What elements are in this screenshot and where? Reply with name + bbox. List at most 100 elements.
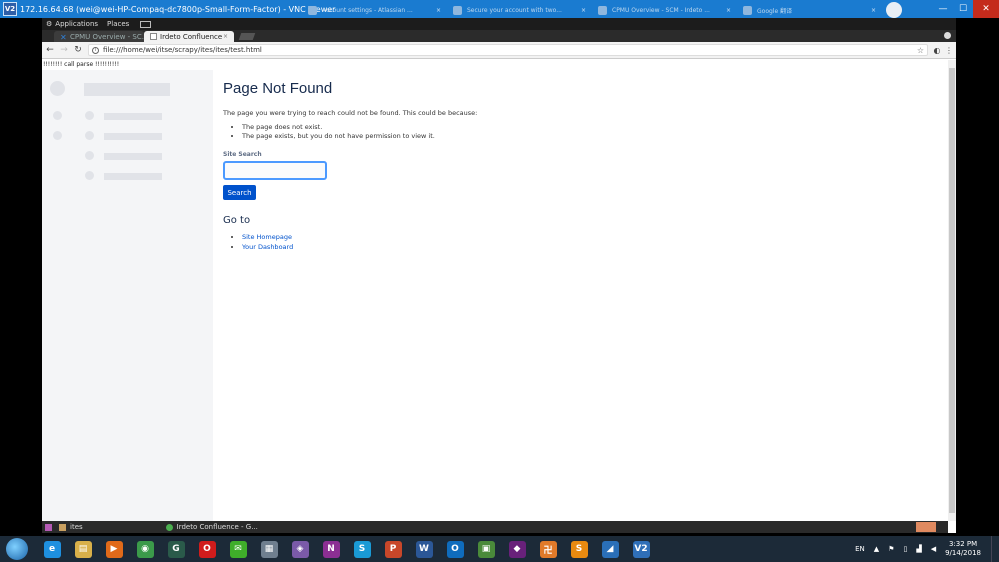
taskbar-app-internet-explorer[interactable]: e xyxy=(38,538,66,560)
taskbar-app-skype[interactable]: S xyxy=(348,538,376,560)
skeleton-dot xyxy=(85,171,94,180)
app-blue-icon: ◢ xyxy=(601,540,619,558)
close-icon[interactable]: × xyxy=(223,33,228,40)
close-icon[interactable]: × xyxy=(726,7,731,14)
info-icon[interactable]: i xyxy=(92,46,99,54)
profile-icon[interactable] xyxy=(944,32,951,39)
opera-icon: O xyxy=(198,540,216,558)
address-bar[interactable]: i file:///home/wei/itse/scrapy/ites/ites… xyxy=(88,44,928,56)
taskbar-app-sublime-text[interactable]: S xyxy=(565,538,593,560)
host-tab[interactable]: Secure your account with two... × xyxy=(447,2,592,18)
close-icon[interactable]: × xyxy=(581,7,586,14)
show-desktop-button[interactable] xyxy=(991,536,999,562)
reload-button[interactable]: ↻ xyxy=(72,45,84,55)
confluence-icon: ✕ xyxy=(60,33,67,42)
dashboard-link[interactable]: Your Dashboard xyxy=(242,243,293,251)
taskbar-app-file-explorer[interactable]: ▤ xyxy=(69,538,97,560)
taskbar-item-chrome[interactable]: Irdeto Confluence - G... xyxy=(163,523,258,531)
taskbar-app-calculator[interactable]: ▦ xyxy=(255,538,283,560)
media-player-icon: ▶ xyxy=(105,540,123,558)
bookmark-star-icon[interactable]: ☆ xyxy=(917,46,924,55)
clock[interactable]: 3:32 PM 9/14/2018 xyxy=(945,540,981,558)
host-tab[interactable]: CPMU Overview - SCM - Irdeto ... × xyxy=(592,2,737,18)
taskbar-app-app-orange[interactable]: 卍 xyxy=(534,538,562,560)
taskbar-app-opera[interactable]: O xyxy=(193,538,221,560)
network-icon[interactable]: ▟ xyxy=(916,545,921,553)
taskbar-app-vnc-viewer[interactable]: V2 xyxy=(627,538,655,560)
close-icon[interactable]: × xyxy=(871,7,876,14)
chrome-icon xyxy=(165,523,173,531)
host-tab[interactable]: Google 翻译 × xyxy=(737,2,882,18)
taskbar-apps: e ▤ ▶ ◉ G O ✉ ▦ ◈ N S P W O ▣ ◆ 卍 S ◢ V2 xyxy=(38,538,658,560)
skeleton-title xyxy=(84,83,170,96)
skeleton-dot xyxy=(85,111,94,120)
site-search-input[interactable] xyxy=(223,161,327,180)
flag-icon[interactable]: ⚑ xyxy=(888,545,894,553)
search-button[interactable]: Search xyxy=(223,185,256,200)
close-icon[interactable]: × xyxy=(436,7,441,14)
page-title: Page Not Found xyxy=(223,80,333,97)
tab-label: CPMU Overview - SC... xyxy=(70,32,144,41)
windows-taskbar: e ▤ ▶ ◉ G O ✉ ▦ ◈ N S P W O ▣ ◆ 卍 S ◢ V2 EN ▲ ⚑ ▯ ▟ ◀ 3:32 … xyxy=(0,536,999,562)
host-tab-label: Account settings - Atlassian ... xyxy=(322,6,413,14)
workspace-icon xyxy=(45,523,52,531)
chevron-up-icon[interactable]: ▲ xyxy=(874,545,879,553)
taskbar-app-outlook[interactable]: O xyxy=(441,538,469,560)
skeleton-dot xyxy=(85,151,94,160)
skeleton-line xyxy=(104,153,162,160)
host-tab[interactable]: Account settings - Atlassian ... × xyxy=(302,2,447,18)
tab-irdeto-confluence[interactable]: Irdeto Confluence × xyxy=(144,31,234,42)
taskbar-app-visual-studio-code[interactable]: ◈ xyxy=(286,538,314,560)
skeleton-dot xyxy=(53,111,62,120)
taskbar-app-word[interactable]: W xyxy=(410,538,438,560)
applications-menu[interactable]: Applications xyxy=(55,20,98,28)
start-button[interactable] xyxy=(6,538,28,560)
window-controls: — ☐ ✕ xyxy=(933,0,999,18)
site-homepage-link[interactable]: Site Homepage xyxy=(242,233,292,241)
vnc-viewer-icon: V2 xyxy=(632,540,650,558)
new-tab-button[interactable] xyxy=(886,2,902,18)
forward-button[interactable]: → xyxy=(58,45,70,55)
battery-icon[interactable]: ▯ xyxy=(903,545,907,553)
site-search-label: Site Search xyxy=(223,151,262,158)
menu-icon[interactable]: ⋮ xyxy=(944,46,954,55)
page-scrollbar[interactable] xyxy=(948,60,956,521)
gnome-top-panel: ⚙ Applications Places xyxy=(42,18,956,30)
sublime-text-icon: S xyxy=(570,540,588,558)
taskbar-app-image-viewer[interactable]: ▣ xyxy=(472,538,500,560)
host-tab-label: Secure your account with two... xyxy=(467,6,562,14)
taskbar-item-ites[interactable]: ites xyxy=(42,523,83,531)
goto-heading: Go to xyxy=(223,215,251,226)
new-tab-button[interactable] xyxy=(238,33,256,40)
extension-icon[interactable]: ◐ xyxy=(932,46,942,55)
places-menu[interactable]: Places xyxy=(107,20,129,28)
taskbar-app-chrome[interactable]: ◉ xyxy=(131,538,159,560)
host-browser-tabs: Account settings - Atlassian ... × Secure… xyxy=(302,2,902,18)
taskbar-app-powerpoint[interactable]: P xyxy=(379,538,407,560)
volume-icon[interactable]: ◀ xyxy=(931,545,936,553)
chrome-tab-strip: ✕ CPMU Overview - SC... × Irdeto Conflue… xyxy=(42,30,956,42)
taskbar-app-wechat[interactable]: ✉ xyxy=(224,538,252,560)
taskbar-app-app-blue[interactable]: ◢ xyxy=(596,538,624,560)
language-indicator[interactable]: EN xyxy=(855,545,865,553)
terminal-icon[interactable] xyxy=(140,20,152,28)
tray-app-icon[interactable] xyxy=(916,522,936,532)
list-item: Your Dashboard xyxy=(242,243,293,253)
taskbar-app-app-terminal[interactable]: G xyxy=(162,538,190,560)
back-button[interactable]: ← xyxy=(44,45,56,55)
list-item: Site Homepage xyxy=(242,233,293,243)
system-tray: EN ▲ ⚑ ▯ ▟ ◀ 3:32 PM 9/14/2018 xyxy=(855,536,999,562)
internet-explorer-icon: e xyxy=(43,540,61,558)
taskbar-app-media-player[interactable]: ▶ xyxy=(100,538,128,560)
tab-cpmu-overview[interactable]: ✕ CPMU Overview - SC... × xyxy=(54,31,144,42)
taskbar-app-onenote[interactable]: N xyxy=(317,538,345,560)
app-terminal-icon: G xyxy=(167,540,185,558)
maximize-button[interactable]: ☐ xyxy=(953,0,973,18)
close-window-button[interactable]: ✕ xyxy=(973,0,999,18)
taskbar-app-visual-studio[interactable]: ◆ xyxy=(503,538,531,560)
remote-taskbar: ites Irdeto Confluence - G... xyxy=(42,521,948,533)
app-orange-icon: 卍 xyxy=(539,540,557,558)
host-tab-label: CPMU Overview - SCM - Irdeto ... xyxy=(612,6,710,14)
minimize-button[interactable]: — xyxy=(933,0,953,18)
scrollbar-thumb[interactable] xyxy=(949,68,955,513)
